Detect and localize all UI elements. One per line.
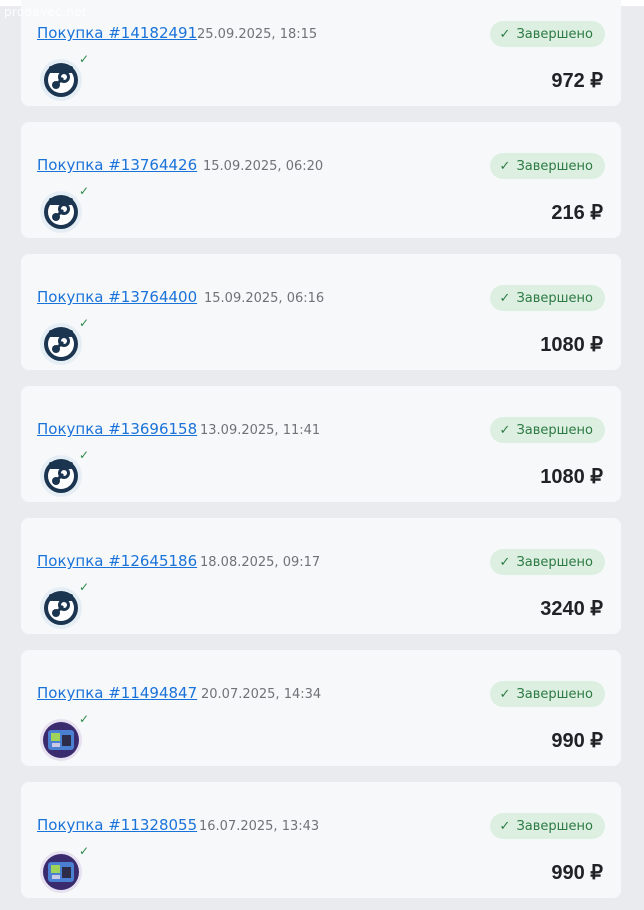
purchase-card: Покупка #12645186 18.08.2025, 09:17 ✓ За… (21, 518, 621, 634)
purchase-link[interactable]: Покупка #13764400 (37, 288, 197, 306)
status-badge: ✓ Завершено (489, 21, 605, 47)
purchase-price: 1080 ₽ (540, 466, 603, 488)
game-card-icon[interactable] (39, 850, 83, 894)
status-badge: ✓ Завершено (489, 681, 605, 707)
steam-icon[interactable] (39, 454, 83, 498)
status-label: Завершено (516, 554, 593, 570)
purchase-date: 16.07.2025, 13:43 (199, 819, 320, 834)
check-icon: ✓ (499, 686, 511, 702)
status-badge: ✓ Завершено (489, 417, 605, 443)
steam-icon[interactable] (39, 190, 83, 234)
purchase-link[interactable]: Покупка #11328055 (37, 816, 197, 834)
steam-icon[interactable] (39, 586, 83, 630)
check-icon: ✓ (499, 818, 511, 834)
purchase-price: 990 ₽ (551, 862, 603, 884)
status-badge: ✓ Завершено (489, 813, 605, 839)
purchase-price: 990 ₽ (551, 730, 603, 752)
purchase-date: 15.09.2025, 06:20 (203, 159, 324, 174)
status-label: Завершено (516, 686, 593, 702)
purchase-card: Покупка #11328055 16.07.2025, 13:43 ✓ За… (21, 782, 621, 898)
purchase-link[interactable]: Покупка #12645186 (37, 552, 197, 570)
check-icon: ✓ (79, 712, 90, 726)
status-label: Завершено (516, 158, 593, 174)
purchase-date: 25.09.2025, 18:15 (197, 27, 318, 42)
status-label: Завершено (516, 422, 593, 438)
purchase-link[interactable]: Покупка #14182491 (37, 24, 197, 42)
purchase-list: Покупка #14182491 25.09.2025, 18:15 ✓ За… (21, 0, 621, 910)
steam-icon[interactable] (39, 322, 83, 366)
purchase-price: 972 ₽ (551, 70, 603, 92)
check-icon: ✓ (499, 290, 511, 306)
purchase-card: Покупка #13696158 13.09.2025, 11:41 ✓ За… (21, 386, 621, 502)
purchase-link[interactable]: Покупка #13764426 (37, 156, 197, 174)
check-icon: ✓ (79, 844, 90, 858)
check-icon: ✓ (79, 448, 90, 462)
check-icon: ✓ (499, 554, 511, 570)
purchase-price: 216 ₽ (551, 202, 603, 224)
purchase-date: 15.09.2025, 06:16 (204, 291, 325, 306)
purchase-card: Покупка #13764426 15.09.2025, 06:20 ✓ За… (21, 122, 621, 238)
check-icon: ✓ (79, 580, 90, 594)
game-card-icon[interactable] (39, 718, 83, 762)
status-badge: ✓ Завершено (489, 549, 605, 575)
check-icon: ✓ (499, 158, 511, 174)
purchase-card: Покупка #11494847 20.07.2025, 14:34 ✓ За… (21, 650, 621, 766)
steam-icon[interactable] (39, 58, 83, 102)
check-icon: ✓ (79, 316, 90, 330)
purchase-date: 13.09.2025, 11:41 (200, 423, 321, 438)
status-label: Завершено (516, 290, 593, 306)
status-badge: ✓ Завершено (489, 153, 605, 179)
purchase-card: Покупка #13764400 15.09.2025, 06:16 ✓ За… (21, 254, 621, 370)
purchase-link[interactable]: Покупка #13696158 (37, 420, 197, 438)
purchase-link[interactable]: Покупка #11494847 (37, 684, 197, 702)
purchase-card: Покупка #14182491 25.09.2025, 18:15 ✓ За… (21, 0, 621, 106)
check-icon: ✓ (79, 184, 90, 198)
purchase-date: 18.08.2025, 09:17 (200, 555, 321, 570)
check-icon: ✓ (499, 26, 511, 42)
purchase-date: 20.07.2025, 14:34 (201, 687, 322, 702)
check-icon: ✓ (499, 422, 511, 438)
purchase-price: 1080 ₽ (540, 334, 603, 356)
check-icon: ✓ (79, 52, 90, 66)
status-label: Завершено (516, 818, 593, 834)
purchase-price: 3240 ₽ (540, 598, 603, 620)
status-badge: ✓ Завершено (489, 285, 605, 311)
status-label: Завершено (516, 26, 593, 42)
purchase-history-page: prodavec.net Покупка #14182491 25.09.202… (0, 0, 644, 910)
watermark: prodavec.net (4, 5, 87, 19)
